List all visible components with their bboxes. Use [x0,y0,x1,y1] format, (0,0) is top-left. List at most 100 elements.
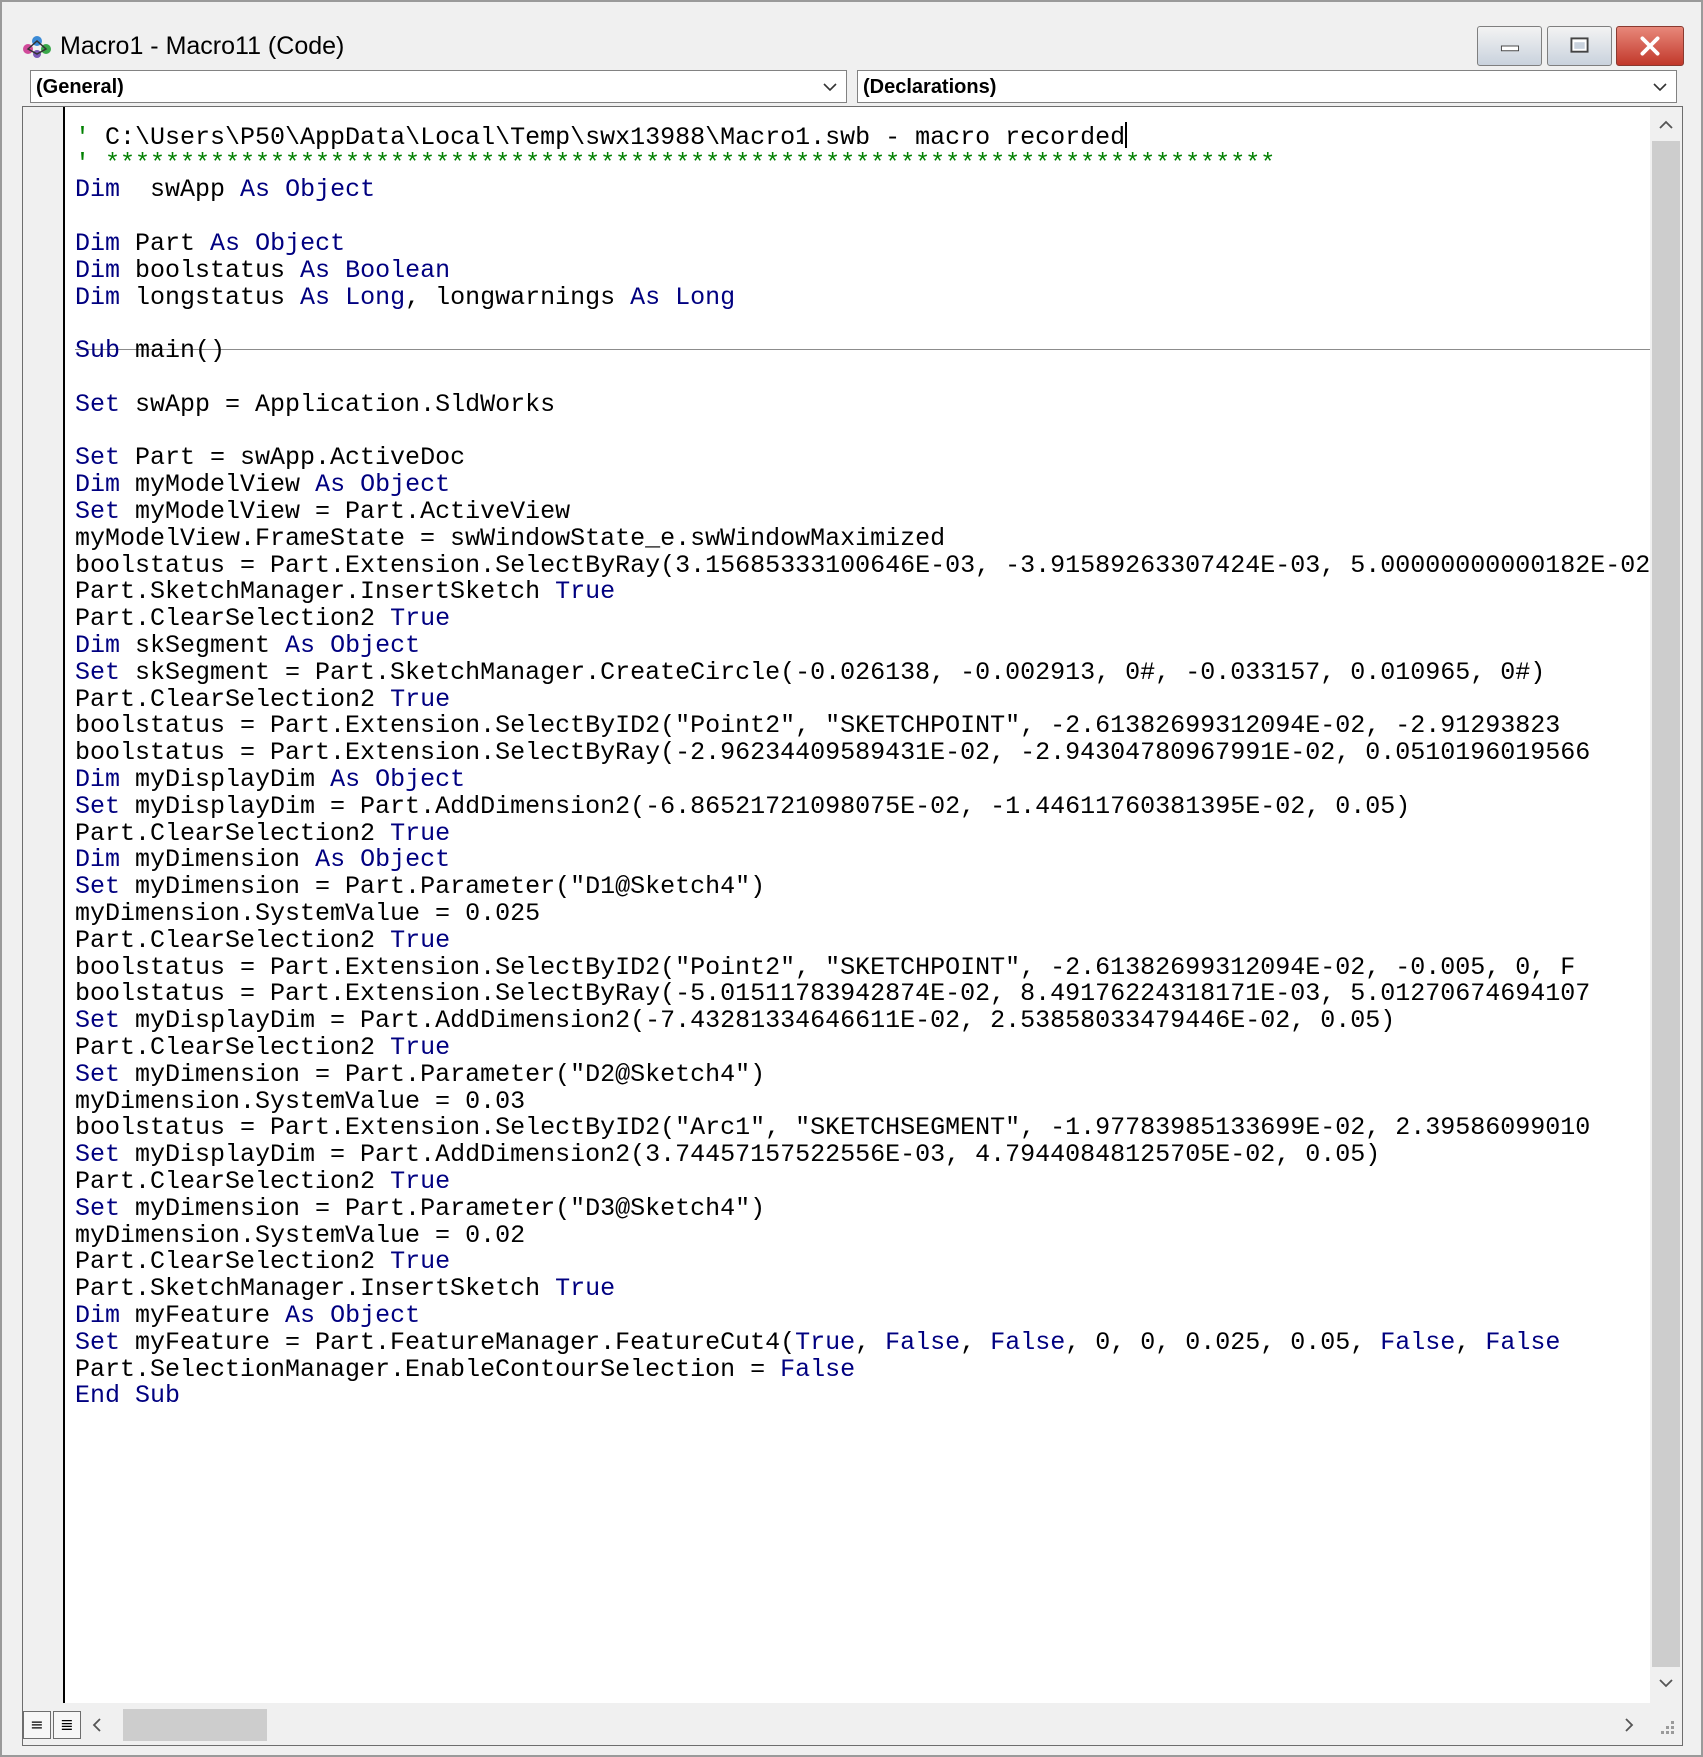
keyword-token: Object [330,631,421,660]
code-line[interactable]: Set skSegment = Part.SketchManager.Creat… [75,658,1545,688]
procedure-dropdown[interactable]: (Declarations) [857,70,1677,103]
code-line[interactable]: myDimension.SystemValue = 0.03 [75,1087,525,1117]
vertical-scroll-thumb[interactable] [1652,141,1680,1667]
code-line[interactable]: Part.ClearSelection2 True [75,1033,450,1063]
procedure-view-icon[interactable]: ≡ [23,1711,51,1739]
code-line[interactable]: Part.ClearSelection2 True [75,926,450,956]
code-token: myDisplayDim = Part.AddDimension2(3.7445… [120,1140,1381,1170]
keyword-token: Dim [75,229,121,258]
resize-grip-icon[interactable] [1657,1717,1677,1737]
window-title: Macro1 - Macro11 (Code) [60,32,345,60]
full-module-view-icon[interactable]: ≣ [53,1711,81,1739]
keyword-token: Dim [75,282,121,312]
code-line[interactable]: Dim longstatus As Long, longwarnings As … [75,283,735,313]
minimize-button[interactable] [1477,26,1542,66]
code-line[interactable]: Part.SelectionManager.EnableContourSelec… [75,1355,855,1385]
code-line[interactable]: End Sub [75,1381,180,1411]
object-dropdown[interactable]: (General) [30,70,847,103]
code-token: myModelView = Part.ActiveView [120,497,571,526]
chevron-up-icon[interactable] [1656,115,1676,135]
code-line[interactable]: Dim myDisplayDim As Object [75,765,465,795]
code-line[interactable]: Part.SketchManager.InsertSketch True [75,1274,615,1304]
code-line[interactable]: Set Part = swApp.ActiveDoc [75,443,465,473]
code-line[interactable]: myDimension.SystemValue = 0.025 [75,899,540,929]
keyword-token: True [390,1167,451,1196]
code-line[interactable]: ' C:\Users\P50\AppData\Local\Temp\swx139… [75,121,1128,152]
code-line[interactable]: Set myDimension = Part.Parameter("D2@Ske… [75,1060,765,1090]
code-line[interactable]: Sub main() [75,336,225,366]
code-line[interactable]: Dim skSegment As Object [75,631,420,661]
keyword-token: Set [75,1327,121,1357]
code-token: myModelView [120,470,316,500]
code-line[interactable]: Part.ClearSelection2 True [75,685,450,715]
keyword-token: Dim [75,470,121,500]
keyword-token: Dim [75,845,121,875]
code-line[interactable]: Set myModelView = Part.ActiveView [75,497,570,527]
code-line[interactable]: Dim Part As Object [75,229,345,259]
vertical-scrollbar[interactable] [1650,107,1682,1703]
code-line[interactable]: myModelView.FrameState = swWindowState_e… [75,524,945,554]
code-token: Part.ClearSelection2 [75,925,391,955]
code-token: ' C:\Users\P50\AppData\Local\Temp\swx139… [75,122,1126,152]
code-line[interactable]: Part.ClearSelection2 True [75,819,450,849]
code-area[interactable]: ' **************************************… [75,107,1671,1703]
maximize-button[interactable] [1547,26,1612,66]
code-line[interactable]: Set swApp = Application.SldWorks [75,390,555,420]
code-editor[interactable]: ' **************************************… [22,106,1683,1746]
code-line[interactable]: Dim myModelView As Object [75,470,450,500]
code-line[interactable]: boolstatus = Part.Extension.SelectByRay(… [75,979,1590,1009]
keyword-token: As [330,765,361,794]
code-token: Part = swApp.ActiveDoc [120,443,466,473]
keyword-token: Boolean [345,255,451,285]
keyword-token: False [885,1327,961,1357]
maximize-icon [1570,37,1589,53]
horizontal-scroll-thumb[interactable] [123,1709,267,1741]
code-line[interactable]: Set myDisplayDim = Part.AddDimension2(-7… [75,1006,1395,1036]
chevron-right-icon[interactable] [1619,1715,1639,1735]
code-line[interactable]: Set myDisplayDim = Part.AddDimension2(-6… [75,792,1410,822]
code-token: Part.SketchManager.InsertSketch [75,1274,556,1304]
keyword-token: Object [285,175,376,205]
horizontal-scrollbar[interactable]: ≡ ≣ [23,1703,1682,1745]
code-line[interactable]: boolstatus = Part.Extension.SelectByID2(… [75,953,1575,983]
minimize-icon [1500,45,1519,52]
chevron-down-icon[interactable] [1656,1673,1676,1693]
keyword-token: As [300,255,331,285]
keyword-token: As [285,631,316,660]
code-line[interactable]: boolstatus = Part.Extension.SelectByID2(… [75,711,1560,741]
code-line[interactable]: boolstatus = Part.Extension.SelectByRay(… [75,738,1590,768]
code-line[interactable]: Set myDimension = Part.Parameter("D1@Ske… [75,872,765,902]
code-line[interactable]: Part.ClearSelection2 True [75,1167,450,1197]
code-line[interactable]: Dim swApp As Object [75,175,375,205]
keyword-token: Set [75,443,121,473]
code-token: Part.ClearSelection2 [75,1247,391,1277]
code-line[interactable]: Part.ClearSelection2 True [75,1247,450,1277]
code-token: boolstatus = Part.Extension.SelectByID2(… [75,1113,1591,1143]
keyword-token: Dim [75,175,121,205]
keyword-token: As [630,282,661,312]
code-line[interactable]: boolstatus = Part.Extension.SelectByID2(… [75,1113,1590,1143]
code-line[interactable]: myDimension.SystemValue = 0.02 [75,1221,525,1251]
code-line[interactable]: Dim boolstatus As Boolean [75,256,450,286]
code-line[interactable]: Part.SketchManager.InsertSketch True [75,577,615,607]
code-line[interactable]: Set myDimension = Part.Parameter("D3@Ske… [75,1194,765,1224]
code-line[interactable]: Part.ClearSelection2 True [75,604,450,634]
code-line[interactable]: boolstatus = Part.Extension.SelectByRay(… [75,551,1650,581]
object-dropdown-value: (General) [36,76,124,98]
code-line[interactable]: Set myFeature = Part.FeatureManager.Feat… [75,1328,1560,1358]
title-bar[interactable]: Macro1 - Macro11 (Code) [2,2,1701,66]
code-line[interactable]: ' **************************************… [75,149,1275,179]
margin-indicator-bar[interactable] [23,107,65,1703]
chevron-left-icon[interactable] [87,1715,107,1735]
code-line[interactable]: Set myDisplayDim = Part.AddDimension2(3.… [75,1140,1380,1170]
close-button[interactable] [1616,26,1684,66]
code-token: myFeature [120,1301,286,1330]
vba-project-icon [23,36,51,58]
keyword-token: Dim [75,1301,121,1330]
code-line[interactable]: Dim myDimension As Object [75,845,450,875]
code-line[interactable]: Dim myFeature As Object [75,1301,420,1331]
code-token: myDisplayDim = Part.AddDimension2(-7.432… [120,1006,1396,1036]
